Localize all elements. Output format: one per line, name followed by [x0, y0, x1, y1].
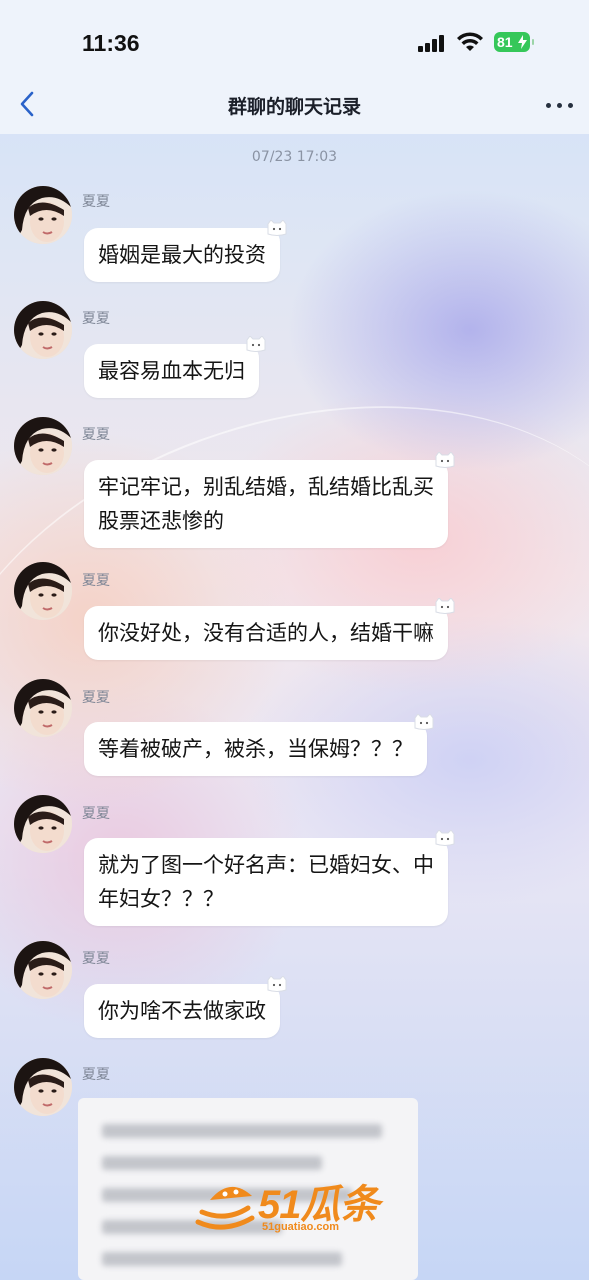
message-bubble[interactable]: 最容易血本无归 — [84, 344, 259, 398]
message-bubble[interactable]: 你没好处，没有合适的人，结婚干嘛 — [84, 606, 448, 660]
watermark-url: 51guatiao.com — [262, 1221, 340, 1233]
avatar[interactable] — [14, 1058, 72, 1116]
avatar[interactable] — [14, 795, 72, 853]
message-timestamp: 07/23 17:03 — [251, 149, 338, 165]
cat-badge-icon — [434, 829, 456, 846]
sender-name: 夏夏 — [82, 690, 110, 706]
ellipsis-icon[interactable] — [540, 90, 580, 120]
sender-name: 夏夏 — [82, 1067, 110, 1083]
signal-bars-icon — [418, 34, 448, 52]
message-bubble[interactable]: 牢记牢记，别乱结婚，乱结婚比乱买 股票还悲惨的 — [84, 460, 448, 548]
avatar[interactable] — [14, 562, 72, 620]
avatar[interactable] — [14, 941, 72, 999]
cat-badge-icon — [434, 597, 456, 614]
navigation-bar: 群聊的聊天记录 — [0, 72, 589, 134]
sender-name: 夏夏 — [82, 427, 110, 443]
message-bubble[interactable]: 就为了图一个好名声：已婚妇女、中 年妇女？？？ — [84, 838, 448, 926]
message-bubble[interactable]: 等着被破产，被杀，当保姆？？？ — [84, 722, 427, 776]
page-title: 群聊的聊天记录 — [227, 96, 361, 118]
avatar[interactable] — [14, 301, 72, 359]
cat-badge-icon — [266, 219, 288, 236]
avatar[interactable] — [14, 679, 72, 737]
cat-badge-icon — [434, 451, 456, 468]
battery-charging-icon: 81 — [494, 32, 534, 52]
sender-name: 夏夏 — [82, 806, 110, 822]
sender-name: 夏夏 — [82, 311, 110, 327]
cat-badge-icon — [245, 335, 267, 352]
message-bubble[interactable]: 你为啥不去做家政 — [84, 984, 280, 1038]
cat-badge-icon — [266, 975, 288, 992]
sender-name: 夏夏 — [82, 951, 110, 967]
status-bar: 11:36 81 — [0, 0, 589, 72]
status-time: 11:36 — [82, 30, 140, 56]
sender-name: 夏夏 — [82, 194, 110, 210]
sender-name: 夏夏 — [82, 573, 110, 589]
bolt-icon — [518, 35, 527, 49]
message-bubble[interactable]: 婚姻是最大的投资 — [84, 228, 280, 282]
avatar[interactable] — [14, 186, 72, 244]
battery-level: 81 — [497, 34, 513, 50]
wifi-icon — [457, 32, 483, 51]
cat-badge-icon — [413, 713, 435, 730]
avatar[interactable] — [14, 417, 72, 475]
